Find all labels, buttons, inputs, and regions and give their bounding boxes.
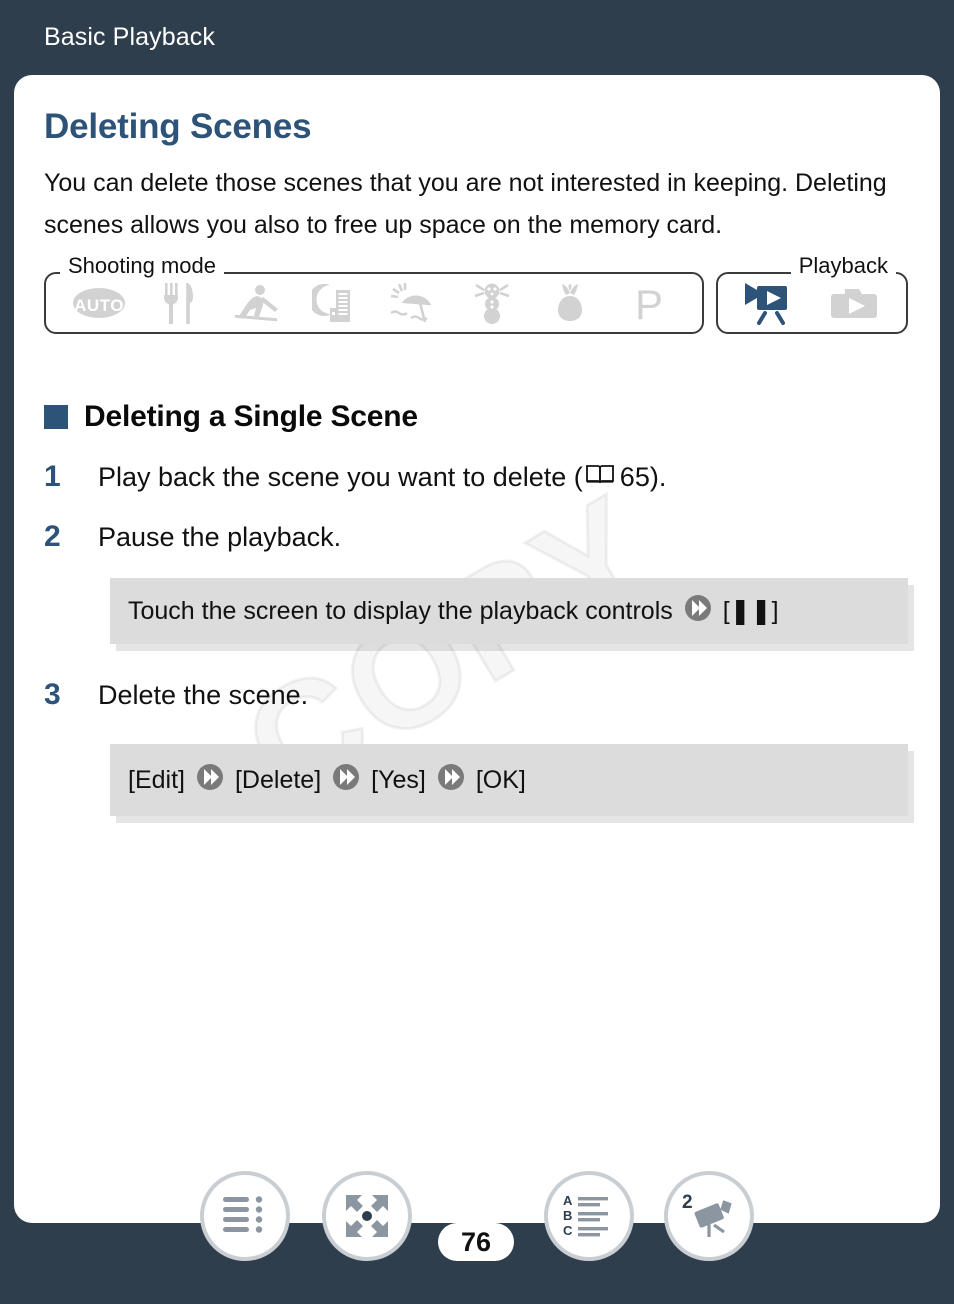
playback-mode-label: Playback bbox=[790, 255, 896, 277]
shooting-mode-label: Shooting mode bbox=[60, 255, 224, 277]
action-box-playback-controls: Touch the screen to display the playback… bbox=[110, 578, 908, 644]
page-card: COPY Deleting Scenes You can delete thos… bbox=[14, 75, 940, 1223]
svg-text:B: B bbox=[563, 1208, 572, 1223]
step-text: Delete the scene. bbox=[98, 680, 309, 710]
action-text: [Edit] [Delete] [Yes] [OK] bbox=[128, 763, 526, 798]
shooting-mode-group: Shooting mode AUTO P bbox=[44, 255, 704, 334]
photo-playback-icon bbox=[827, 280, 881, 326]
playback-mode-group: Playback bbox=[716, 255, 908, 334]
sports-mode-icon bbox=[229, 280, 283, 326]
svg-text:AUTO: AUTO bbox=[74, 296, 124, 315]
auto-mode-icon: AUTO bbox=[72, 280, 126, 326]
double-chevron-icon bbox=[196, 763, 224, 798]
snow-mode-icon bbox=[465, 280, 519, 326]
square-bullet-icon bbox=[44, 405, 68, 429]
table-of-contents-button[interactable] bbox=[200, 1171, 290, 1261]
svg-text:A: A bbox=[563, 1194, 573, 1208]
step-number: 1 bbox=[44, 460, 61, 493]
svg-text:C: C bbox=[563, 1223, 573, 1238]
mode-bar: Shooting mode AUTO P Playback bbox=[44, 255, 910, 334]
svg-text:2: 2 bbox=[682, 1192, 693, 1213]
double-chevron-icon bbox=[684, 594, 712, 629]
macro-flower-mode-icon bbox=[543, 280, 597, 326]
svg-text:P: P bbox=[635, 282, 663, 324]
page-breadcrumb-title: Basic Playback bbox=[44, 23, 215, 51]
header-bar: Basic Playback bbox=[0, 0, 954, 75]
action-text: Touch the screen to display the playback… bbox=[128, 594, 779, 629]
section-heading-label: Deleting a Single Scene bbox=[84, 400, 418, 433]
step-reference-page: 65 bbox=[619, 462, 650, 492]
footer-bar: A B C 2 76 bbox=[0, 1171, 954, 1304]
menu-item-ok: [OK] bbox=[475, 765, 526, 794]
action-box-delete-sequence: [Edit] [Delete] [Yes] [OK] bbox=[110, 744, 908, 816]
double-chevron-icon bbox=[332, 763, 360, 798]
double-chevron-icon bbox=[437, 763, 465, 798]
step-number: 3 bbox=[44, 678, 61, 711]
food-mode-icon bbox=[151, 280, 205, 326]
night-scene-mode-icon bbox=[308, 280, 362, 326]
action-instruction-label: Touch the screen to display the playback… bbox=[128, 596, 673, 625]
step-text-before: Play back the scene you want to delete ( bbox=[98, 462, 583, 492]
page-title: Deleting Scenes bbox=[44, 107, 312, 146]
camera-reference-button[interactable]: 2 bbox=[664, 1171, 754, 1261]
step-text: Pause the playback. bbox=[98, 522, 342, 552]
alphabetical-index-button[interactable]: A B C bbox=[544, 1171, 634, 1261]
step-text-after: ). bbox=[649, 462, 667, 492]
menu-item-edit: [Edit] bbox=[128, 765, 185, 794]
step-item: 1 Play back the scene you want to delete… bbox=[44, 460, 910, 494]
step-text: Play back the scene you want to delete (… bbox=[98, 462, 666, 493]
step-item: 2 Pause the playback. bbox=[44, 520, 910, 554]
intro-paragraph: You can delete those scenes that you are… bbox=[44, 169, 887, 239]
pause-bracket-label: [❚❚] bbox=[722, 597, 779, 625]
step-number: 2 bbox=[44, 520, 61, 553]
fullscreen-expand-button[interactable] bbox=[322, 1171, 412, 1261]
book-reference-icon bbox=[585, 462, 615, 493]
menu-item-yes: [Yes] bbox=[371, 765, 426, 794]
section-heading: Deleting a Single Scene bbox=[44, 400, 910, 434]
movie-playback-icon bbox=[743, 280, 797, 326]
program-mode-icon: P bbox=[622, 280, 676, 326]
menu-item-delete: [Delete] bbox=[234, 765, 322, 794]
beach-mode-icon bbox=[386, 280, 440, 326]
step-item: 3 Delete the scene. bbox=[44, 678, 910, 712]
page-number-badge: 76 bbox=[438, 1223, 514, 1261]
